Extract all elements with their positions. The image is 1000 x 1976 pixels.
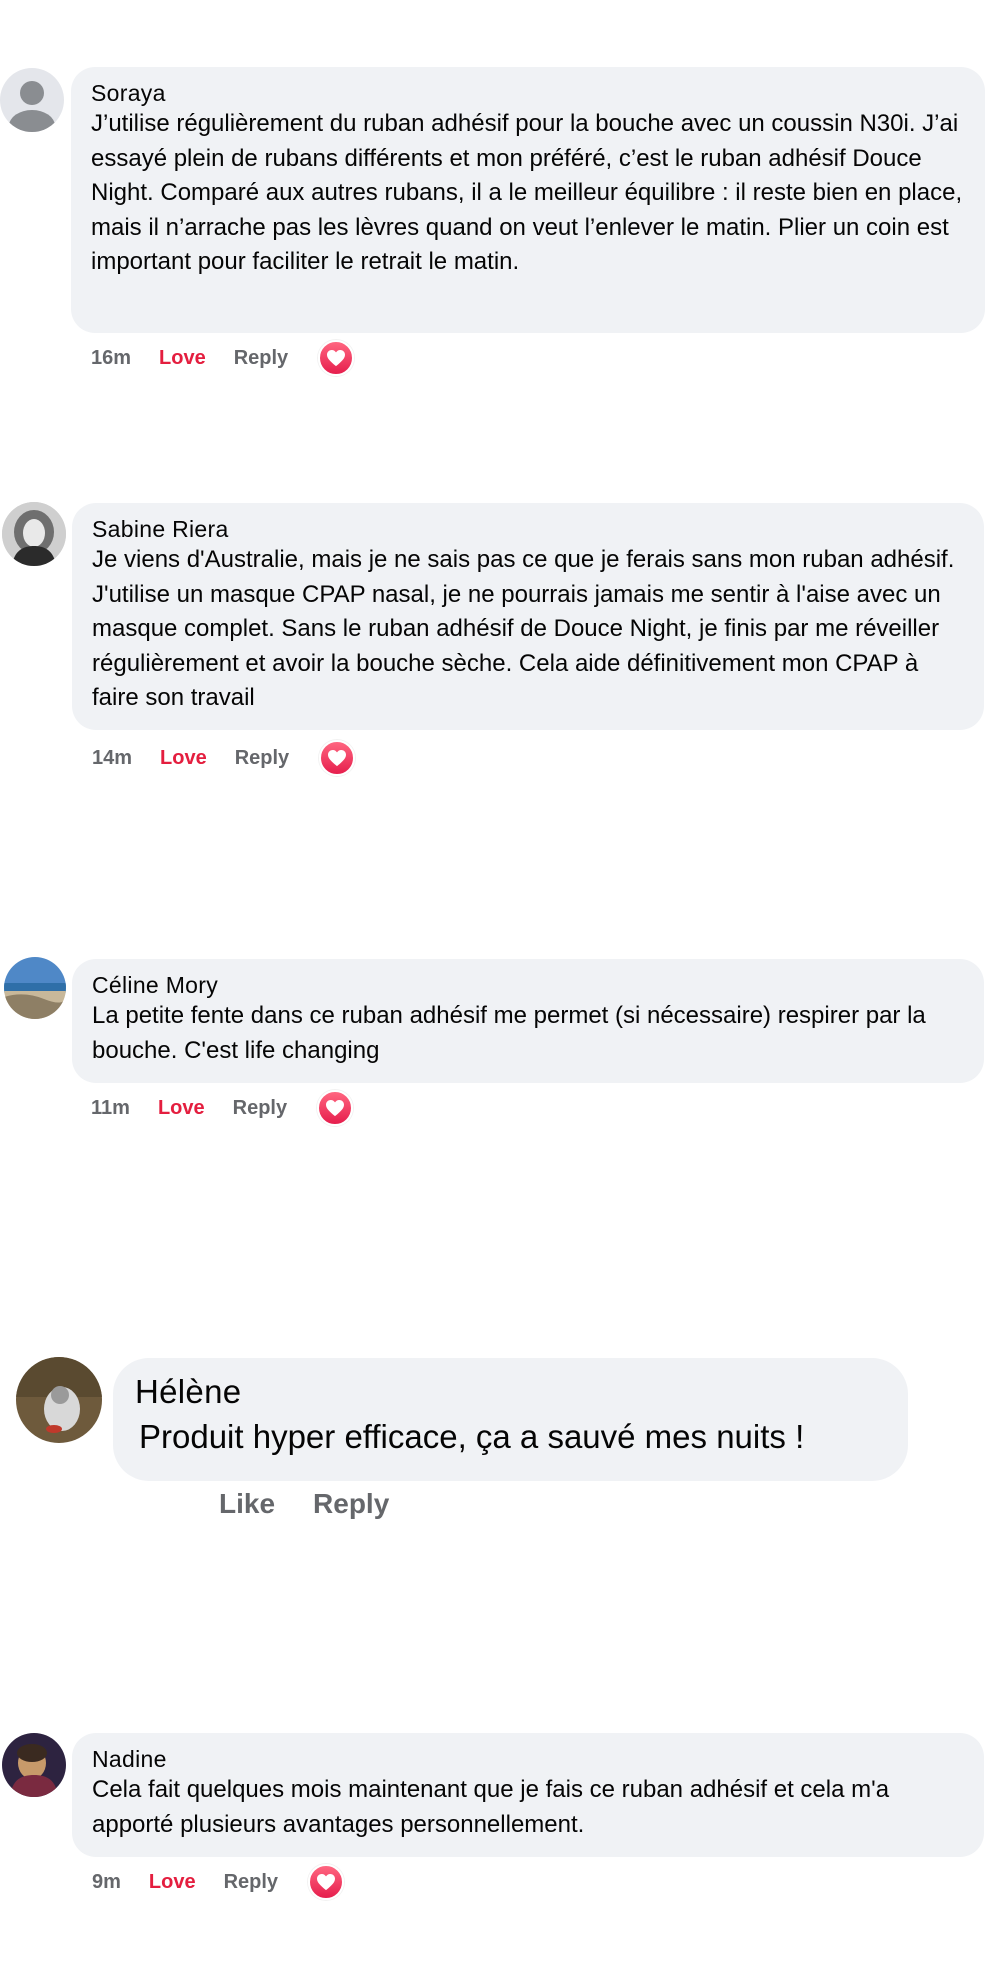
comment-text: J’utilise régulièrement du ruban adhésif… [91,110,963,275]
avatar[interactable] [16,1357,102,1443]
heart-icon[interactable] [317,1090,354,1126]
heart-icon[interactable] [308,1864,345,1900]
comment-text: Produit hyper efficace, ça a sauvé mes n… [139,1418,805,1455]
heart-icon[interactable] [319,740,356,776]
reply-button[interactable]: Reply [235,747,289,770]
comment-time: 16m [91,346,132,369]
reply-button[interactable]: Reply [233,1097,287,1120]
comment-bubble: Nadine Cela fait quelques mois maintenan… [72,1733,984,1857]
like-button[interactable]: Like [219,1488,275,1520]
avatar[interactable] [2,1733,66,1797]
avatar-default-icon[interactable] [0,68,64,132]
comment-actions: 14m Love Reply [92,740,356,776]
reply-button[interactable]: Reply [313,1488,389,1520]
comment-author[interactable]: Hélène [135,1372,886,1412]
comment-bubble: Céline Mory La petite fente dans ce ruba… [72,959,984,1083]
comment-actions: 9m Love Reply [92,1864,345,1900]
comment-author[interactable]: Sabine Riera [92,515,964,543]
love-reaction-button[interactable]: Love [149,1871,196,1894]
comment-bubble: Soraya J’utilise régulièrement du ruban … [71,67,985,333]
reply-button[interactable]: Reply [224,1871,278,1894]
comment-author[interactable]: Soraya [91,79,965,107]
comment-actions: 11m Love Reply [91,1090,354,1126]
love-reaction-button[interactable]: Love [159,347,206,370]
comment-bubble: Hélène Produit hyper efficace, ça a sauv… [113,1358,908,1481]
comment-actions: Like Reply [219,1484,389,1524]
comment-actions: 16m Love Reply [91,340,355,376]
love-reaction-button[interactable]: Love [160,747,207,770]
heart-icon[interactable] [318,340,355,376]
comment-time: 9m [92,1870,121,1893]
comment-author[interactable]: Céline Mory [92,971,964,999]
comment-time: 11m [91,1096,130,1119]
avatar[interactable] [4,957,66,1019]
comment-author[interactable]: Nadine [92,1745,964,1773]
avatar[interactable] [2,502,66,566]
comment-bubble: Sabine Riera Je viens d'Australie, mais … [72,503,984,730]
comment-text: Je viens d'Australie, mais je ne sais pa… [92,546,955,711]
comment-time: 14m [92,746,133,769]
comment-text: Cela fait quelques mois maintenant que j… [92,1776,890,1838]
comment-text: La petite fente dans ce ruban adhésif me… [92,1002,926,1064]
love-reaction-button[interactable]: Love [158,1097,205,1120]
reply-button[interactable]: Reply [234,347,288,370]
